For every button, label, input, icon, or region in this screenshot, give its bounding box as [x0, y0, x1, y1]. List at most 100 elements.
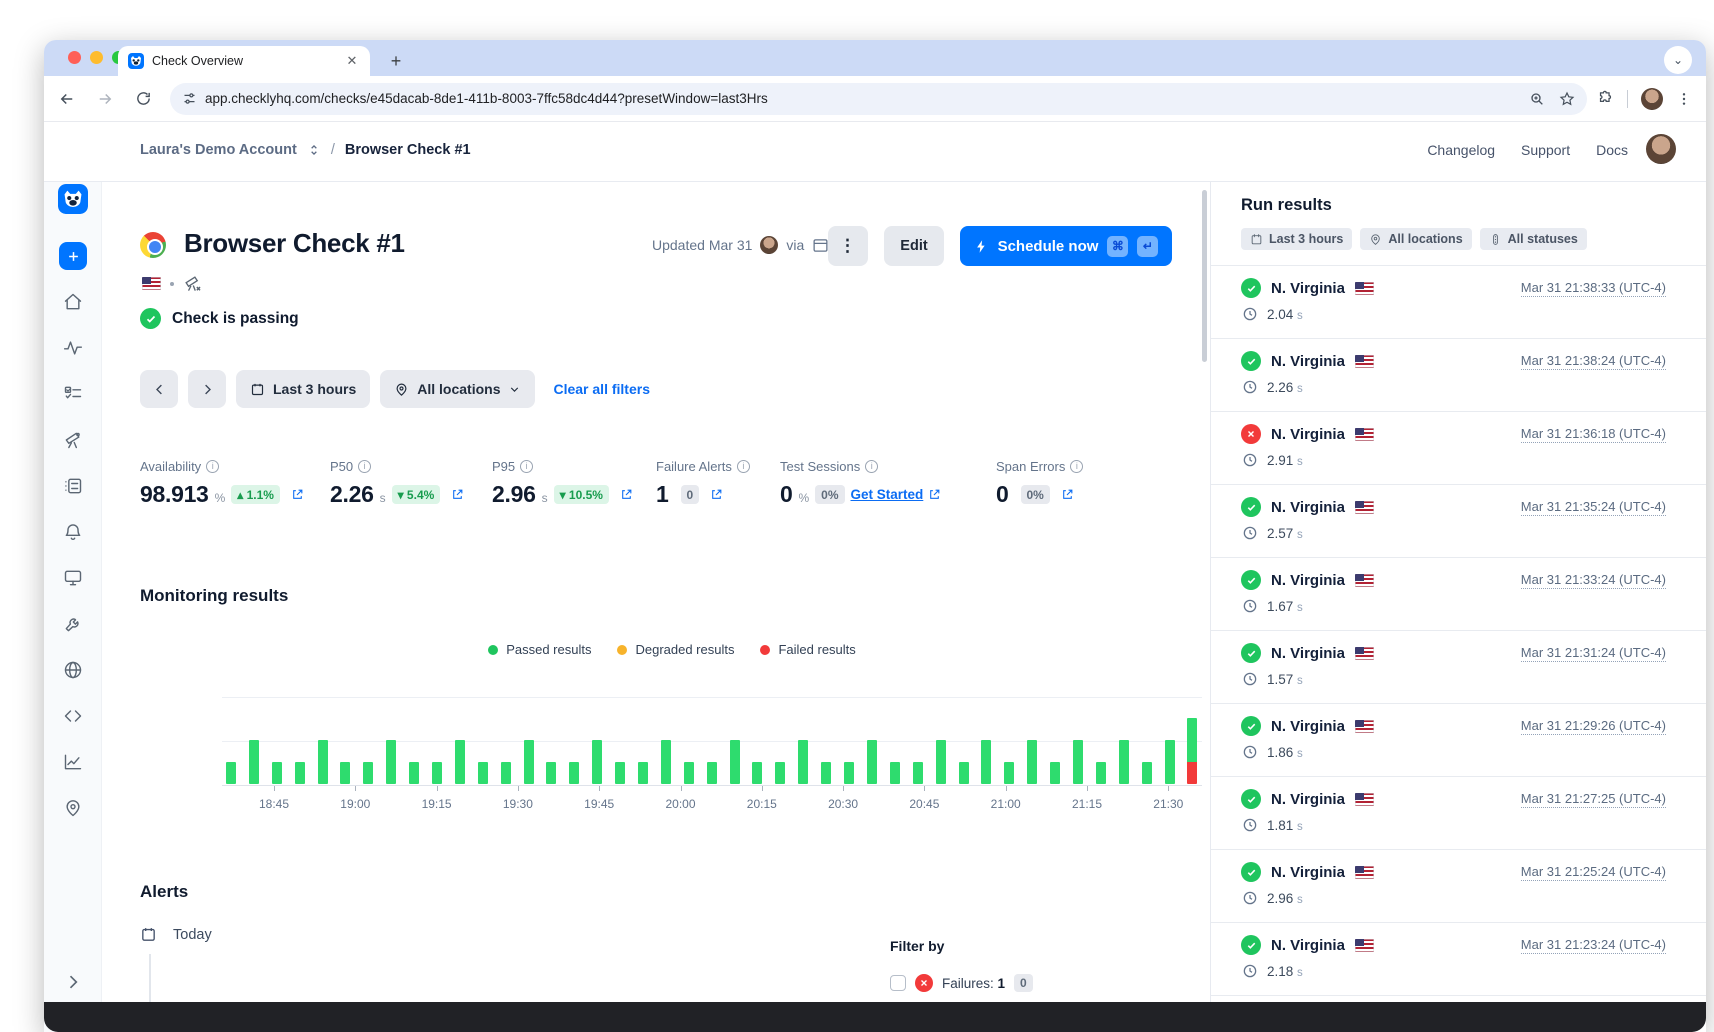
- chart-bar[interactable]: [501, 762, 511, 784]
- chart-bar[interactable]: [546, 762, 556, 784]
- zoom-icon[interactable]: [1529, 91, 1545, 107]
- run-result-row[interactable]: N. Virginia Mar 31 21:33:24 (UTC-4) 1.67…: [1211, 558, 1706, 631]
- chart-bar[interactable]: [363, 762, 373, 784]
- account-selector-icon[interactable]: [307, 143, 321, 157]
- run-result-row[interactable]: N. Virginia Mar 31 21:38:33 (UTC-4) 2.04…: [1211, 266, 1706, 339]
- chart-bar[interactable]: [752, 762, 762, 784]
- user-avatar[interactable]: [1646, 134, 1676, 164]
- run-result-row[interactable]: N. Virginia Mar 31 21:23:24 (UTC-4) 2.18…: [1211, 923, 1706, 996]
- nav-support[interactable]: Support: [1521, 142, 1570, 158]
- run-result-row[interactable]: N. Virginia Mar 31 21:36:18 (UTC-4) 2.91…: [1211, 412, 1706, 485]
- run-result-row[interactable]: N. Virginia Mar 31 21:25:24 (UTC-4) 2.96…: [1211, 850, 1706, 923]
- get-started-link[interactable]: [615, 488, 633, 501]
- prev-window-button[interactable]: [140, 370, 178, 408]
- schedule-now-button[interactable]: Schedule now ⌘ ↵: [960, 226, 1172, 266]
- run-timestamp-link[interactable]: Mar 31 21:35:24 (UTC-4): [1521, 499, 1666, 516]
- sidebar-item-list-box[interactable]: [63, 476, 83, 496]
- sidebar-item-activity[interactable]: [63, 338, 83, 358]
- run-result-row[interactable]: N. Virginia Mar 31 21:35:24 (UTC-4) 2.57…: [1211, 485, 1706, 558]
- chart-bar[interactable]: [707, 762, 717, 784]
- run-timestamp-link[interactable]: Mar 31 21:36:18 (UTC-4): [1521, 426, 1666, 443]
- sidebar-item-telescope[interactable]: [63, 430, 83, 450]
- run-result-row[interactable]: N. Virginia Mar 31 21:29:26 (UTC-4) 1.86…: [1211, 704, 1706, 777]
- get-started-link[interactable]: Get Started: [851, 487, 942, 502]
- chart-bar[interactable]: [981, 740, 991, 784]
- tab-search-chevron-icon[interactable]: ⌄: [1664, 46, 1692, 74]
- browser-menu-icon[interactable]: [1676, 91, 1692, 107]
- sidebar-item-bell[interactable]: [63, 522, 83, 542]
- chart-bar[interactable]: [775, 762, 785, 784]
- chart-bar[interactable]: [478, 762, 488, 784]
- checkly-logo[interactable]: [58, 184, 88, 214]
- chart-bar[interactable]: [1187, 718, 1197, 784]
- reload-button[interactable]: [128, 84, 158, 114]
- nav-docs[interactable]: Docs: [1596, 142, 1628, 158]
- run-result-row[interactable]: N. Virginia Mar 31 21:38:24 (UTC-4) 2.26…: [1211, 339, 1706, 412]
- chart-bar[interactable]: [1119, 740, 1129, 784]
- run-timestamp-link[interactable]: Mar 31 21:23:24 (UTC-4): [1521, 937, 1666, 954]
- chart-bar[interactable]: [730, 740, 740, 784]
- chart-bar[interactable]: [1142, 762, 1152, 784]
- failures-checkbox[interactable]: [890, 975, 906, 991]
- account-switcher[interactable]: Laura's Demo Account: [140, 142, 297, 158]
- chart-bar[interactable]: [455, 740, 465, 784]
- chart-bar[interactable]: [318, 740, 328, 784]
- forward-button[interactable]: [90, 84, 120, 114]
- browser-tab[interactable]: Check Overview ✕: [118, 46, 370, 76]
- chart-bar[interactable]: [432, 762, 442, 784]
- sidebar-item-checklist[interactable]: [63, 384, 83, 404]
- scrollbar-thumb[interactable]: [1202, 190, 1207, 362]
- get-started-link[interactable]: [705, 488, 723, 501]
- time-filter-button[interactable]: Last 3 hours: [236, 370, 370, 408]
- chart-bar[interactable]: [524, 740, 534, 784]
- minimize-window-button[interactable]: [90, 51, 103, 64]
- address-bar[interactable]: app.checklyhq.com/checks/e45dacab-8de1-4…: [170, 83, 1587, 115]
- chart-bar[interactable]: [386, 740, 396, 784]
- chart-bar[interactable]: [592, 740, 602, 784]
- new-tab-button[interactable]: +: [384, 49, 408, 73]
- chart-bar[interactable]: [684, 762, 694, 784]
- create-new-button[interactable]: [59, 242, 87, 270]
- chart-bar[interactable]: [409, 762, 419, 784]
- run-timestamp-link[interactable]: Mar 31 21:27:25 (UTC-4): [1521, 791, 1666, 808]
- chart-bar[interactable]: [615, 762, 625, 784]
- expand-sidebar-icon[interactable]: [63, 972, 83, 992]
- chart-bar[interactable]: [959, 762, 969, 784]
- sidebar-item-map-pin[interactable]: [63, 798, 83, 818]
- chart-bar[interactable]: [821, 762, 831, 784]
- chart-bar[interactable]: [226, 762, 236, 784]
- chart-bar[interactable]: [1004, 762, 1014, 784]
- chart-bar[interactable]: [1073, 740, 1083, 784]
- edit-button[interactable]: Edit: [884, 226, 944, 266]
- window-controls[interactable]: [68, 51, 125, 64]
- get-started-link[interactable]: [446, 488, 464, 501]
- chart-bar[interactable]: [340, 762, 350, 784]
- back-button[interactable]: [52, 84, 82, 114]
- extensions-icon[interactable]: [1597, 90, 1614, 107]
- info-icon[interactable]: i: [865, 460, 878, 473]
- run-timestamp-link[interactable]: Mar 31 21:31:24 (UTC-4): [1521, 645, 1666, 662]
- sidebar-item-globe[interactable]: [63, 660, 83, 680]
- sidebar-item-chart-line[interactable]: [63, 752, 83, 772]
- sidebar-item-wrench[interactable]: [63, 614, 83, 634]
- site-settings-icon[interactable]: [182, 91, 197, 106]
- more-options-button[interactable]: ⋮: [828, 226, 868, 266]
- chart-bar[interactable]: [1050, 762, 1060, 784]
- info-icon[interactable]: i: [520, 460, 533, 473]
- chart-bar[interactable]: [295, 762, 305, 784]
- run-timestamp-link[interactable]: Mar 31 21:38:24 (UTC-4): [1521, 353, 1666, 370]
- run-timestamp-link[interactable]: Mar 31 21:33:24 (UTC-4): [1521, 572, 1666, 589]
- info-icon[interactable]: i: [1070, 460, 1083, 473]
- run-timestamp-link[interactable]: Mar 31 21:29:26 (UTC-4): [1521, 718, 1666, 735]
- tab-close-icon[interactable]: ✕: [344, 53, 360, 69]
- chart-bar[interactable]: [569, 762, 579, 784]
- chart-bar[interactable]: [1096, 762, 1106, 784]
- next-window-button[interactable]: [188, 370, 226, 408]
- chart-bar[interactable]: [1165, 740, 1175, 784]
- run-result-row[interactable]: N. Virginia Mar 31 21:31:24 (UTC-4) 1.57…: [1211, 631, 1706, 704]
- info-icon[interactable]: i: [206, 460, 219, 473]
- run-result-row[interactable]: N. Virginia Mar 31 21:27:25 (UTC-4) 1.81…: [1211, 777, 1706, 850]
- run-timestamp-link[interactable]: Mar 31 21:25:24 (UTC-4): [1521, 864, 1666, 881]
- chart-bar[interactable]: [249, 740, 259, 784]
- chart-bar[interactable]: [661, 740, 671, 784]
